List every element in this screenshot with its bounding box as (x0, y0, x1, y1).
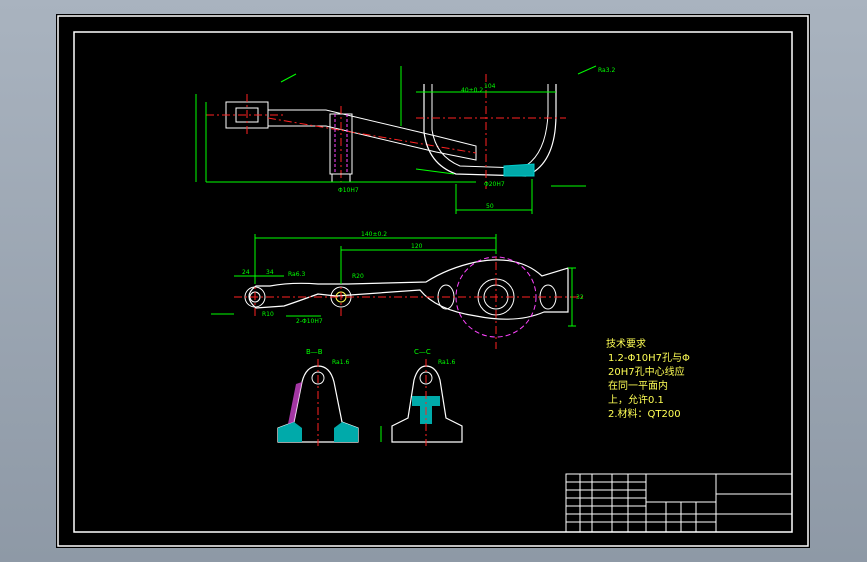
title-block (565, 473, 793, 533)
dim-32: 32 (576, 294, 584, 301)
hole-note: 2-Φ10H7 (296, 318, 323, 325)
inner-frame (73, 31, 793, 533)
section-c-c: C—C Ra1.6 (380, 348, 463, 446)
tech-requirement-line-5: 2.材料：QT200 (608, 409, 681, 420)
side-view: 104 40±0.2 50 Φ10H7 Φ20H7 Ra3.2 (195, 65, 615, 214)
cad-drawing: 104 40±0.2 50 Φ10H7 Φ20H7 Ra3.2 140±0.2 … (57, 15, 809, 547)
drawing-viewport[interactable]: 104 40±0.2 50 Φ10H7 Φ20H7 Ra3.2 140±0.2 … (56, 14, 810, 548)
dim-phi20: Φ20H7 (484, 181, 505, 188)
dim-total-length: 140±0.2 (361, 231, 387, 238)
section-b-b: B—B Ra1.6 (277, 348, 359, 446)
tech-requirement-line-3: 在同一平面内 (608, 381, 668, 392)
outer-border (57, 15, 809, 547)
dim-center-distance: 120 (411, 243, 423, 250)
dim-104: 104 (484, 83, 496, 90)
dim-r20: R20 (352, 273, 364, 280)
section-b-ra: Ra1.6 (332, 359, 349, 366)
tech-requirements-title: 技术要求 (606, 339, 646, 350)
ra-plan: Ra6.3 (288, 271, 305, 278)
plan-view: 140±0.2 120 24 34 R20 R10 32 Ra6.3 2-Φ10… (211, 231, 586, 349)
dim-50: 50 (486, 203, 494, 210)
section-b-label: B—B (306, 348, 323, 356)
section-c-ra: Ra1.6 (438, 359, 455, 366)
dim-r10: R10 (262, 311, 274, 318)
tech-requirement-line-2: 20H7孔中心线应 (608, 367, 685, 378)
tech-requirement-line-4: 上，允许0.1 (608, 395, 664, 406)
dim-34: 34 (266, 269, 274, 276)
tech-requirement-line-1: 1.2-Φ10H7孔与Φ (608, 353, 690, 364)
dim-40: 40±0.2 (461, 87, 483, 94)
section-c-label: C—C (414, 348, 431, 356)
ra-top-right: Ra3.2 (598, 67, 615, 74)
dim-phi10: Φ10H7 (338, 187, 359, 194)
dim-14: 24 (242, 269, 250, 276)
